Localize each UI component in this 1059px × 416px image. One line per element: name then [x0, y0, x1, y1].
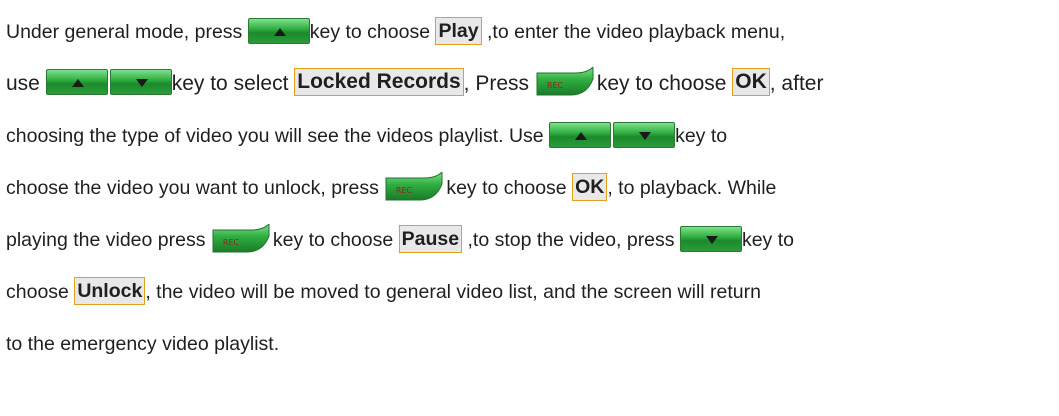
- text-segment: key to choose: [596, 72, 733, 95]
- up-arrow-key-icon: [247, 17, 310, 44]
- text-line-3: choosing the type of video you will see …: [6, 116, 727, 156]
- text-segment: , after: [769, 72, 824, 95]
- text-segment: to the emergency video playlist.: [6, 333, 280, 355]
- down-arrow-key-icon: [679, 225, 742, 252]
- text-line-2: use key to select Locked Records, Press …: [6, 64, 823, 104]
- rec-key-label: REC: [223, 238, 240, 247]
- up-arrow-key-icon: [549, 121, 612, 148]
- menu-item-pause: Pause: [398, 224, 463, 253]
- text-segment: choose the video you want to unlock, pre…: [6, 177, 385, 199]
- text-segment: , the video will be moved to general vid…: [145, 281, 761, 303]
- text-segment: choose: [6, 281, 75, 303]
- text-line-7: to the emergency video playlist.: [6, 324, 279, 364]
- text-line-4: choose the video you want to unlock, pre…: [6, 168, 776, 208]
- text-segment: key to select: [171, 72, 295, 95]
- menu-item-locked-records: Locked Records: [294, 68, 464, 97]
- down-arrow-key-icon: [109, 69, 172, 96]
- menu-item-ok: OK: [732, 68, 770, 97]
- text-line-6: choose Unlock, the video will be moved t…: [6, 272, 761, 312]
- text-segment: key to: [675, 125, 728, 147]
- menu-item-ok: OK: [572, 172, 608, 201]
- text-segment: ,to enter the video playback menu,: [481, 21, 786, 43]
- text-segment: Under general mode, press: [6, 21, 248, 43]
- menu-item-unlock: Unlock: [74, 276, 146, 305]
- text-line-5: playing the video press REC key to choose…: [6, 220, 794, 260]
- text-segment: choosing the type of video you will see …: [6, 125, 550, 147]
- text-segment: key to choose: [446, 177, 573, 199]
- rec-key-label: REC: [396, 186, 413, 195]
- text-segment: ,to stop the video, press: [462, 229, 680, 251]
- up-arrow-key-icon: [45, 69, 108, 96]
- rec-key-icon: REC: [211, 223, 273, 254]
- rec-key-label: REC: [547, 81, 564, 90]
- text-segment: key to choose: [309, 21, 436, 43]
- rec-key-icon: REC: [384, 171, 446, 202]
- text-segment: , Press: [463, 72, 535, 95]
- text-segment: , to playback. While: [607, 177, 777, 199]
- down-arrow-key-icon: [613, 121, 676, 148]
- menu-item-play: Play: [435, 16, 482, 45]
- text-segment: use: [6, 72, 46, 95]
- text-segment: playing the video press: [6, 229, 211, 251]
- rec-key-icon: REC: [535, 67, 597, 97]
- text-segment: key to: [741, 229, 794, 251]
- text-line-1: Under general mode, press key to choose …: [6, 12, 785, 52]
- text-segment: key to choose: [272, 229, 399, 251]
